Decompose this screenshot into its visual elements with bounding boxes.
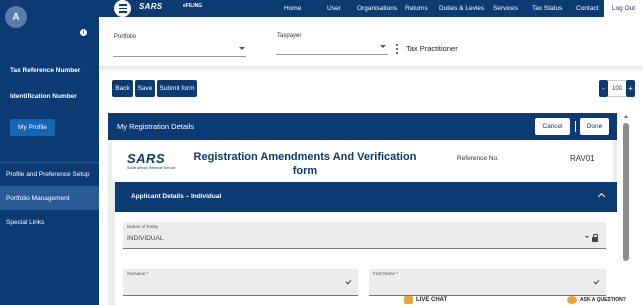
cancel-button[interactable]: Cancel: [535, 118, 570, 135]
section-title: Applicant Details – Individual: [131, 193, 222, 200]
portfolio-label: Portfolio: [114, 34, 137, 40]
efiling-logo: eFILING: [183, 3, 203, 9]
more-options-icon[interactable]: [396, 44, 399, 54]
sidebar-item-label: Portfolio Management: [6, 194, 70, 202]
chevron-down-icon[interactable]: [585, 236, 589, 238]
first-name-field[interactable]: First Name *: [369, 269, 606, 296]
done-button[interactable]: Done: [580, 118, 609, 135]
live-chat-label: LIVE CHAT: [416, 297, 448, 303]
ask-question-button[interactable]: ASK A QUESTION?: [567, 295, 626, 305]
reference-value: RAV01: [570, 154, 595, 163]
live-chat-button[interactable]: LIVE CHAT: [404, 295, 447, 305]
submit-form-button[interactable]: Submit form: [157, 80, 197, 97]
sars-tagline: South African Revenue Service: [127, 166, 176, 170]
chevron-down-icon[interactable]: [239, 47, 245, 50]
identification-label: Identification Number: [10, 93, 77, 100]
applicant-section-body: Nature of Entity INDIVIDUAL Surname * Fi…: [115, 212, 617, 305]
checkmark-icon: [345, 278, 352, 285]
logout-button[interactable]: Log Out: [604, 0, 643, 17]
top-navigation: SARS eFILING Home User Organisations Ret…: [99, 0, 643, 17]
sidebar-item-special-links[interactable]: Special Links: [0, 210, 99, 234]
nav-services[interactable]: Services: [493, 0, 518, 17]
surname-label: Surname *: [127, 271, 149, 276]
nature-of-entity-field[interactable]: Nature of Entity INDIVIDUAL: [123, 222, 606, 249]
nav-home[interactable]: Home: [284, 0, 301, 17]
zoom-out-button[interactable]: -: [599, 80, 608, 97]
ask-question-label: ASK A QUESTION?: [580, 297, 626, 303]
sidebar-item-portfolio-management[interactable]: Portfolio Management: [0, 186, 99, 210]
reference-label: Reference No.: [457, 155, 499, 162]
nav-organisations[interactable]: Organisations: [357, 0, 397, 17]
nav-duties-levies[interactable]: Duties & Levies: [439, 0, 484, 17]
portfolio-select[interactable]: [113, 56, 246, 57]
nav-returns[interactable]: Returns: [405, 0, 428, 17]
lock-icon: [592, 233, 598, 242]
chat-icon: [404, 296, 413, 304]
sidebar-item-label: Special Links: [6, 218, 45, 226]
sidebar: A i Tax Reference Number Identification …: [0, 0, 99, 305]
scrollbar-thumb[interactable]: [623, 123, 629, 261]
question-icon: [567, 296, 577, 304]
header-divider: [99, 66, 643, 72]
panel-title: My Registration Details: [117, 122, 195, 131]
tax-reference-label: Tax Reference Number: [10, 67, 81, 74]
form-header: SARS South African Revenue Service Regis…: [112, 140, 613, 182]
nav-contact[interactable]: Contact: [576, 0, 598, 17]
zoom-in-button[interactable]: +: [626, 80, 635, 97]
chevron-up-icon[interactable]: [597, 192, 606, 201]
nature-of-entity-value: INDIVIDUAL: [127, 235, 164, 242]
nature-of-entity-label: Nature of Entity: [127, 224, 159, 229]
info-icon[interactable]: i: [80, 29, 87, 36]
taxpayer-label: Taxpayer: [277, 33, 302, 39]
sars-form-logo: SARS South African Revenue Service: [127, 151, 175, 170]
surname-field[interactable]: Surname *: [123, 269, 358, 296]
sars-wordmark: SARS: [127, 151, 166, 166]
taxpayer-select[interactable]: [276, 54, 388, 55]
applicant-section-header[interactable]: Applicant Details – Individual: [115, 182, 617, 212]
sidebar-item-label: Profile and Preference Setup: [6, 170, 90, 178]
sidebar-item-profile-preference[interactable]: Profile and Preference Setup: [0, 162, 99, 186]
hamburger-menu-icon[interactable]: [114, 0, 131, 17]
chevron-down-icon[interactable]: [380, 45, 386, 48]
tax-practitioner-label: Tax Practitioner: [406, 44, 458, 53]
zoom-level: 100: [608, 80, 626, 97]
scrollbar[interactable]: [622, 113, 630, 305]
nav-tax-status[interactable]: Tax Status: [532, 0, 562, 17]
save-button[interactable]: Save: [135, 80, 155, 97]
form-title: Registration Amendments And Verification…: [193, 151, 417, 177]
scroll-up-arrow-icon[interactable]: [624, 115, 628, 118]
checkmark-icon: [593, 278, 600, 285]
back-button[interactable]: Back: [112, 80, 133, 97]
my-profile-button[interactable]: My Profile: [10, 119, 55, 136]
first-name-label: First Name *: [373, 271, 399, 276]
form-panel-header: My Registration Details Cancel Done: [108, 113, 617, 140]
avatar[interactable]: A: [5, 6, 27, 28]
sars-logo[interactable]: SARS: [139, 2, 162, 11]
button-divider: [575, 121, 576, 132]
nav-user[interactable]: User: [327, 0, 341, 17]
